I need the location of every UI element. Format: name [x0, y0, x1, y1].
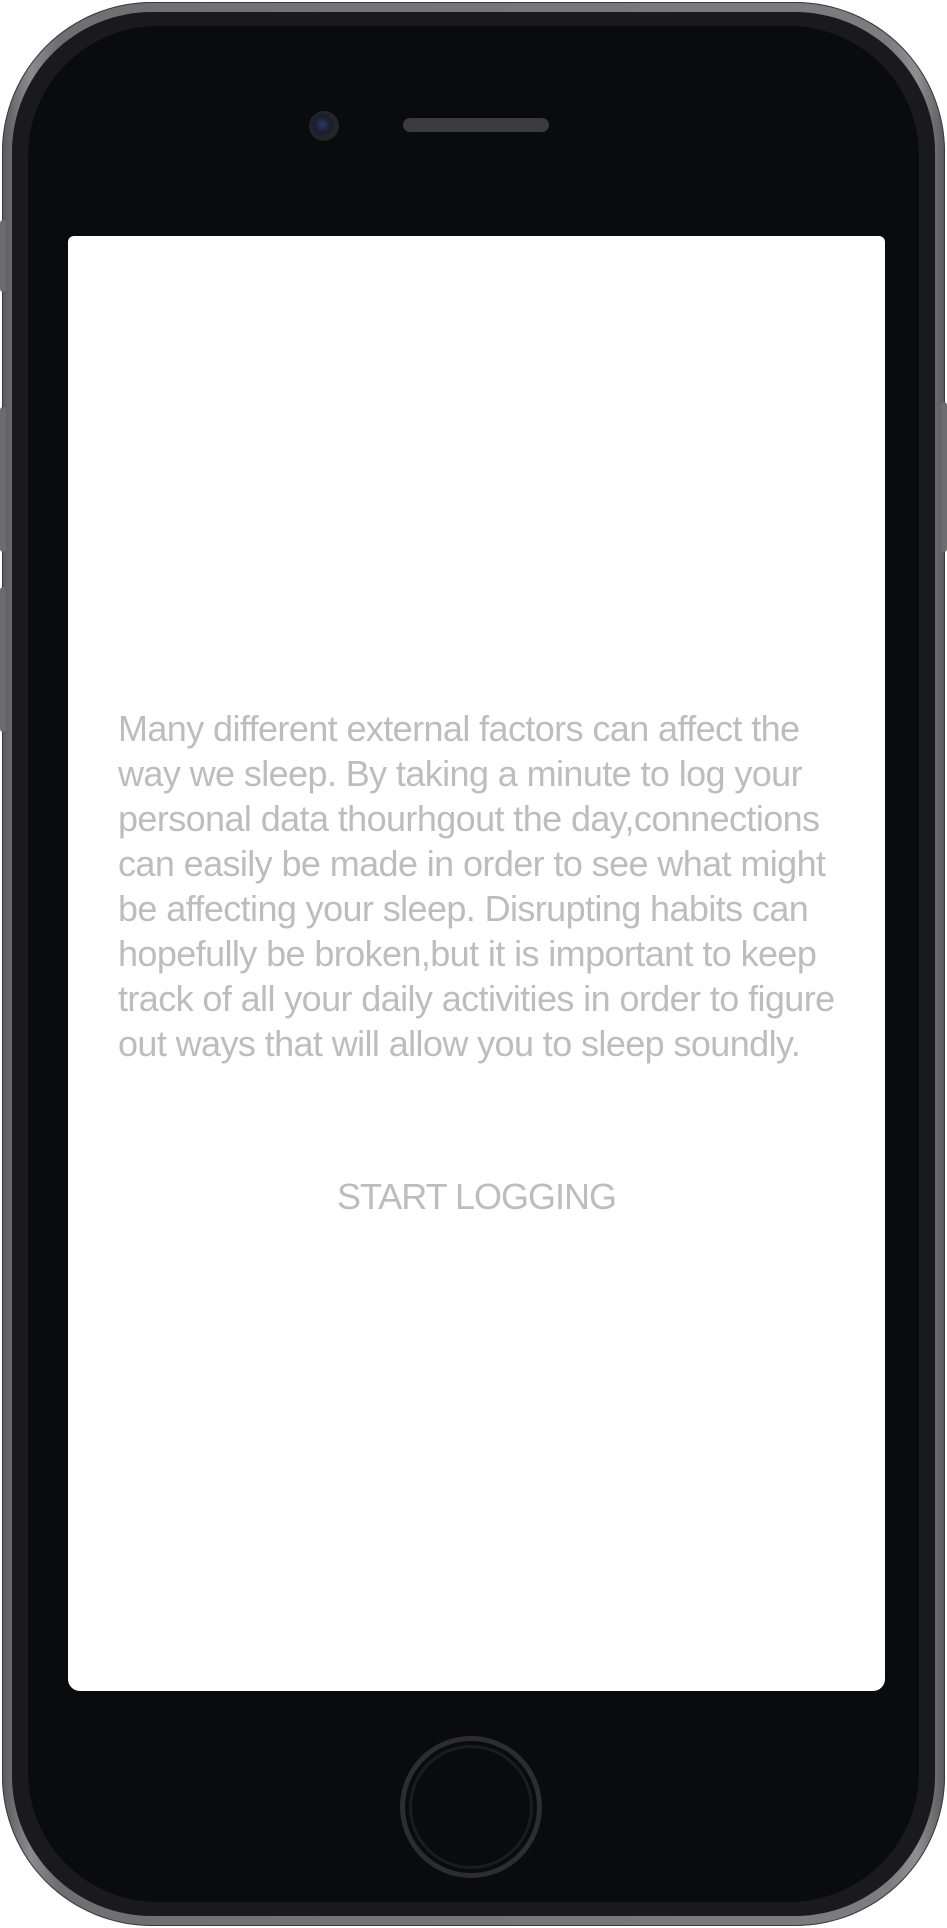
front-camera-icon [309, 111, 339, 141]
volume-down-button [0, 587, 6, 732]
phone-device: Many different external factors can affe… [0, 2, 947, 1926]
home-button[interactable] [400, 1736, 542, 1878]
start-logging-button[interactable]: START LOGGING [68, 1176, 885, 1218]
mute-switch [0, 220, 6, 292]
intro-description: Many different external factors can affe… [118, 708, 835, 1064]
earpiece-speaker [403, 118, 549, 132]
app-screen: Many different external factors can affe… [68, 236, 885, 1691]
power-button [941, 402, 947, 552]
volume-up-button [0, 407, 6, 552]
